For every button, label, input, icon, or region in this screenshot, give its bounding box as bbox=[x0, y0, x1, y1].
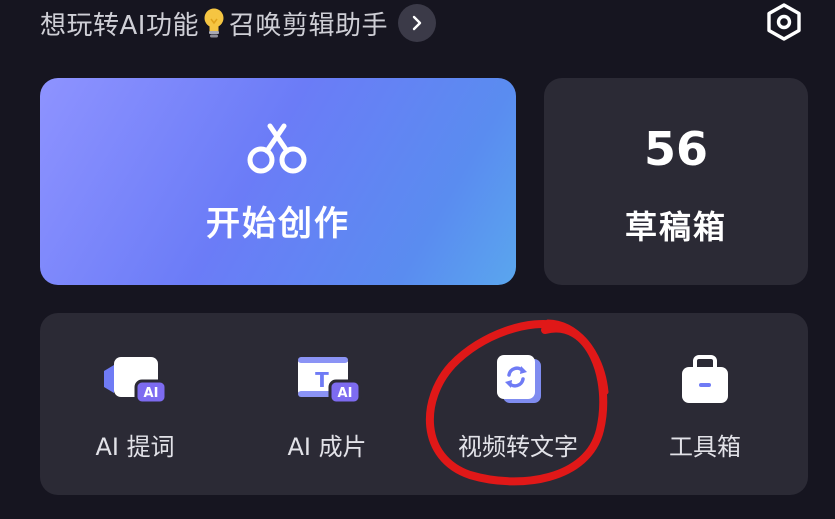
tool-video-to-text-label: 视频转文字 bbox=[458, 433, 578, 461]
scissors-icon bbox=[247, 123, 307, 174]
settings-button[interactable] bbox=[762, 0, 806, 44]
start-create-label: 开始创作 bbox=[206, 204, 350, 244]
ai-prompter-icon: AI bbox=[104, 357, 168, 405]
drafts-button[interactable]: 56 草稿箱 bbox=[544, 78, 808, 285]
svg-text:T: T bbox=[315, 368, 329, 392]
hexagon-settings-icon bbox=[767, 3, 801, 41]
promo-text-before: 想玩转AI功能 bbox=[40, 10, 199, 41]
tool-ai-video-label: AI 成片 bbox=[287, 433, 367, 461]
tool-toolbox[interactable]: 工具箱 bbox=[620, 313, 790, 495]
home-screen: 想玩转AI功能 召唤剪辑助手 开始创作 56 草稿箱 AI AI 提词 T AI… bbox=[0, 0, 835, 519]
tool-video-to-text[interactable]: 视频转文字 bbox=[433, 313, 603, 495]
promo-text: 想玩转AI功能 召唤剪辑助手 bbox=[40, 5, 388, 42]
start-create-button[interactable]: 开始创作 bbox=[40, 78, 516, 285]
drafts-count: 56 bbox=[643, 122, 708, 176]
video-to-text-icon bbox=[497, 355, 541, 403]
tool-ai-prompter[interactable]: AI AI 提词 bbox=[50, 313, 220, 495]
drafts-label: 草稿箱 bbox=[624, 208, 727, 246]
toolbox-icon bbox=[682, 355, 728, 403]
tool-ai-video[interactable]: T AI AI 成片 bbox=[242, 313, 412, 495]
promo-text-after: 召唤剪辑助手 bbox=[228, 10, 388, 41]
lightbulb-icon bbox=[201, 6, 227, 40]
svg-text:AI: AI bbox=[338, 386, 353, 401]
tool-toolbox-label: 工具箱 bbox=[669, 433, 741, 461]
tool-ai-prompter-label: AI 提词 bbox=[95, 433, 175, 461]
promo-banner[interactable]: 想玩转AI功能 召唤剪辑助手 bbox=[40, 4, 436, 42]
ai-video-icon: T AI bbox=[298, 357, 362, 405]
chevron-right-icon[interactable] bbox=[397, 4, 436, 42]
svg-text:AI: AI bbox=[144, 386, 159, 401]
tools-panel: AI AI 提词 T AI AI 成片 视频转文字 工具箱 bbox=[40, 313, 808, 495]
